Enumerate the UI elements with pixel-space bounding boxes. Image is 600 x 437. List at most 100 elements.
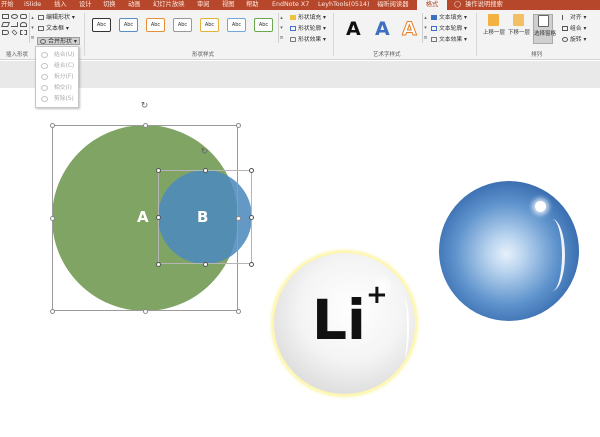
text-box-button[interactable]: 文本框 ▾ [38,25,69,33]
slide-workspace [0,61,600,88]
rounded-rect-shape-icon[interactable] [20,14,27,19]
shape-style-swatch-6[interactable]: Abc [227,18,246,32]
merge-shapes-menu: 结合(U) 组合(C) 拆分(F) 相交(I) 剪除(S) [35,46,79,108]
oval-shape-icon[interactable] [11,14,18,19]
merge-shapes-button[interactable]: 合并形状 ▾ [37,37,80,45]
resize-handle[interactable] [50,309,55,314]
align-button[interactable]: 对齐 ▾ [562,14,586,23]
diamond-shape-icon[interactable] [11,29,18,36]
union-icon [41,52,48,58]
group-divider [84,13,85,56]
resize-handle[interactable] [249,215,254,220]
shape-effects-button[interactable]: 形状效果 ▾ [290,36,326,45]
effects-icon [290,37,296,42]
resize-handle[interactable] [236,309,241,314]
text-box-icon [38,26,44,31]
tab-insert[interactable]: 插入 [54,0,67,10]
menu-item-combine[interactable]: 组合(C) [36,61,80,71]
group-icon [562,26,568,31]
menu-item-subtract[interactable]: 剪除(S) [36,94,80,104]
shape-style-swatch-4[interactable]: Abc [173,18,192,32]
rotate-handle-icon[interactable]: ↻ [200,148,209,157]
rotate-icon [562,37,568,42]
shape-style-swatch-7[interactable]: Abc [254,18,273,32]
wordart-style-1[interactable]: A [346,19,361,39]
parallelogram-shape-icon[interactable] [1,22,10,27]
menu-item-intersect[interactable]: 相交(I) [36,83,80,93]
resize-handle[interactable] [143,309,148,314]
tab-review[interactable]: 审阅 [197,0,210,10]
li-symbol: Li [312,288,366,352]
blue-sphere[interactable] [439,181,579,321]
text-fill-icon [431,15,437,20]
rotate-button[interactable]: 旋转 ▾ [562,36,586,45]
tab-home[interactable]: 开始 [1,0,14,10]
shape-style-gallery-scroll[interactable]: ▴ ▾ ≡ [278,13,284,43]
resize-handle[interactable] [50,216,55,221]
paint-bucket-icon [290,15,296,20]
tab-endnote[interactable]: EndNote X7 [272,0,309,10]
shape-gallery-scroll[interactable]: ▴ ▾ ≡ [29,13,35,43]
menu-item-union[interactable]: 结合(U) [36,50,80,60]
shape-style-swatch-3[interactable]: Abc [146,18,165,32]
combine-icon [41,63,48,69]
resize-handle[interactable] [156,168,161,173]
rotate-handle-icon[interactable]: ↻ [140,102,149,111]
tab-animations[interactable]: 动画 [128,0,141,10]
tell-me-icon[interactable]: ◯ [454,0,461,10]
shape-fill-button[interactable]: 形状填充 ▾ [290,14,326,23]
tab-slideshow[interactable]: 幻灯片放映 [153,0,184,10]
intersect-icon [41,85,48,91]
text-effects-icon [431,37,437,42]
tab-foxit[interactable]: 福昕阅读器 [377,0,408,10]
arrow-shape-icon[interactable] [2,30,9,35]
resize-handle[interactable] [156,215,161,220]
arc-shape-icon[interactable] [20,22,27,27]
menu-item-fragment[interactable]: 拆分(F) [36,72,80,82]
group-divider [476,13,477,56]
text-outline-button[interactable]: 文本轮廓 ▾ [431,25,467,34]
align-icon [562,15,568,20]
fragment-icon [41,74,48,80]
tab-design[interactable]: 设计 [79,0,92,10]
shape-style-swatch-2[interactable]: Abc [119,18,138,32]
resize-handle[interactable] [249,168,254,173]
send-backward-button[interactable]: 下移一层 [508,14,530,36]
wordart-style-2[interactable]: A [375,19,390,39]
tab-format[interactable]: 格式 [417,0,447,10]
arrange-group-label: 排列 [531,52,543,58]
bring-forward-button[interactable]: 上移一层 [483,14,505,36]
resize-handle[interactable] [249,262,254,267]
shape-outline-button[interactable]: 形状轮廓 ▾ [290,25,326,34]
group-divider [333,13,334,56]
tab-help[interactable]: 帮助 [246,0,259,10]
sphere-reflection [539,219,565,291]
tab-leyhtools[interactable]: LeyhTools(0514) [318,0,369,10]
wordart-style-3[interactable]: A [402,19,418,40]
resize-handle[interactable] [203,262,208,267]
tab-tell-me[interactable]: 操作说明搜索 [465,0,503,10]
resize-handle[interactable] [156,262,161,267]
selection-pane-button[interactable]: 选择窗格 [533,14,556,44]
tab-view[interactable]: 视图 [222,0,235,10]
shape-style-swatch-1[interactable]: Abc [92,18,111,32]
wordart-gallery-scroll[interactable]: ▴ ▾ ≡ [422,13,428,43]
resize-handle[interactable] [236,123,241,128]
shape-styles-group-label: 形状样式 [192,52,215,58]
resize-handle[interactable] [203,168,208,173]
selection-box-circle-b [158,170,252,264]
resize-handle[interactable] [143,123,148,128]
shape-style-swatch-5[interactable]: Abc [200,18,219,32]
rectangle-shape-icon[interactable] [2,14,9,19]
group-button[interactable]: 组合 ▾ [562,25,586,34]
sphere-highlight [535,201,546,212]
tab-transitions[interactable]: 切换 [103,0,116,10]
tab-islide[interactable]: iSlide [24,0,41,10]
subtract-icon [41,96,48,102]
text-fill-button[interactable]: 文本填充 ▾ [431,14,467,23]
line-shape-icon[interactable] [11,22,18,27]
more-shapes-icon[interactable] [20,30,27,35]
text-effects-button[interactable]: 文本效果 ▾ [431,36,467,45]
resize-handle[interactable] [50,123,55,128]
edit-shape-button[interactable]: 编辑形状 ▾ [38,14,75,22]
